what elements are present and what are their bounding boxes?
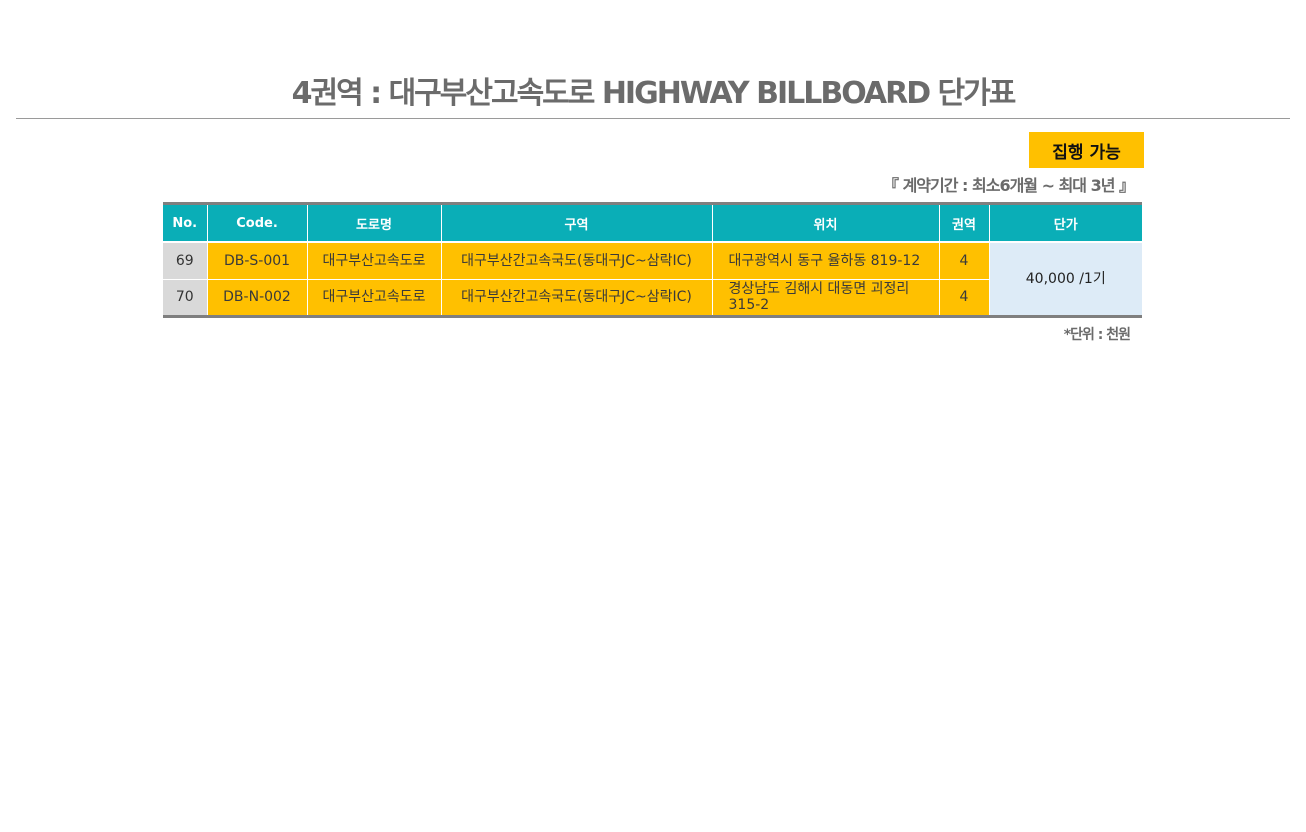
row-location: 대구광역시 동구 율하동 819-12 (711, 241, 940, 280)
title-divider (16, 118, 1290, 119)
row-code: DB-S-001 (206, 241, 308, 280)
column-header-no: No. (163, 203, 208, 243)
price-cell: 40,000 /1기 (988, 241, 1142, 317)
row-region: 4 (938, 241, 990, 280)
row-no: 69 (163, 241, 208, 280)
table-header-row: No. Code. 도로명 구역 위치 권역 단가 (163, 203, 1142, 243)
row-location: 경상남도 김해시 대동면 괴정리 315-2 (711, 278, 940, 317)
column-header-road: 도로명 (306, 203, 442, 243)
row-region: 4 (938, 278, 990, 317)
row-section: 대구부산간고속국도(동대구JC~삼락IC) (440, 241, 713, 280)
column-header-section: 구역 (440, 203, 713, 243)
table-row: 69 DB-S-001 대구부산고속도로 대구부산간고속국도(동대구JC~삼락I… (163, 241, 1142, 317)
row-no: 70 (163, 278, 208, 317)
status-badge: 집행 가능 (1029, 132, 1144, 168)
row-code: DB-N-002 (206, 278, 308, 317)
row-road: 대구부산고속도로 (306, 241, 442, 280)
contract-period: 『 계약기간 : 최소6개월 ~ 최대 3년 』 (883, 176, 1135, 195)
column-header-region: 권역 (938, 203, 990, 243)
column-header-location: 위치 (711, 203, 940, 243)
price-table: No. Code. 도로명 구역 위치 권역 단가 69 DB-S-001 대구… (163, 202, 1142, 318)
row-road: 대구부산고속도로 (306, 278, 442, 317)
row-section: 대구부산간고속국도(동대구JC~삼락IC) (440, 278, 713, 317)
column-header-code: Code. (206, 203, 308, 243)
column-header-price: 단가 (988, 203, 1142, 243)
page-title: 4권역 : 대구부산고속도로 HIGHWAY BILLBOARD 단가표 (291, 76, 1017, 111)
unit-note: *단위 : 천원 (1063, 327, 1131, 343)
